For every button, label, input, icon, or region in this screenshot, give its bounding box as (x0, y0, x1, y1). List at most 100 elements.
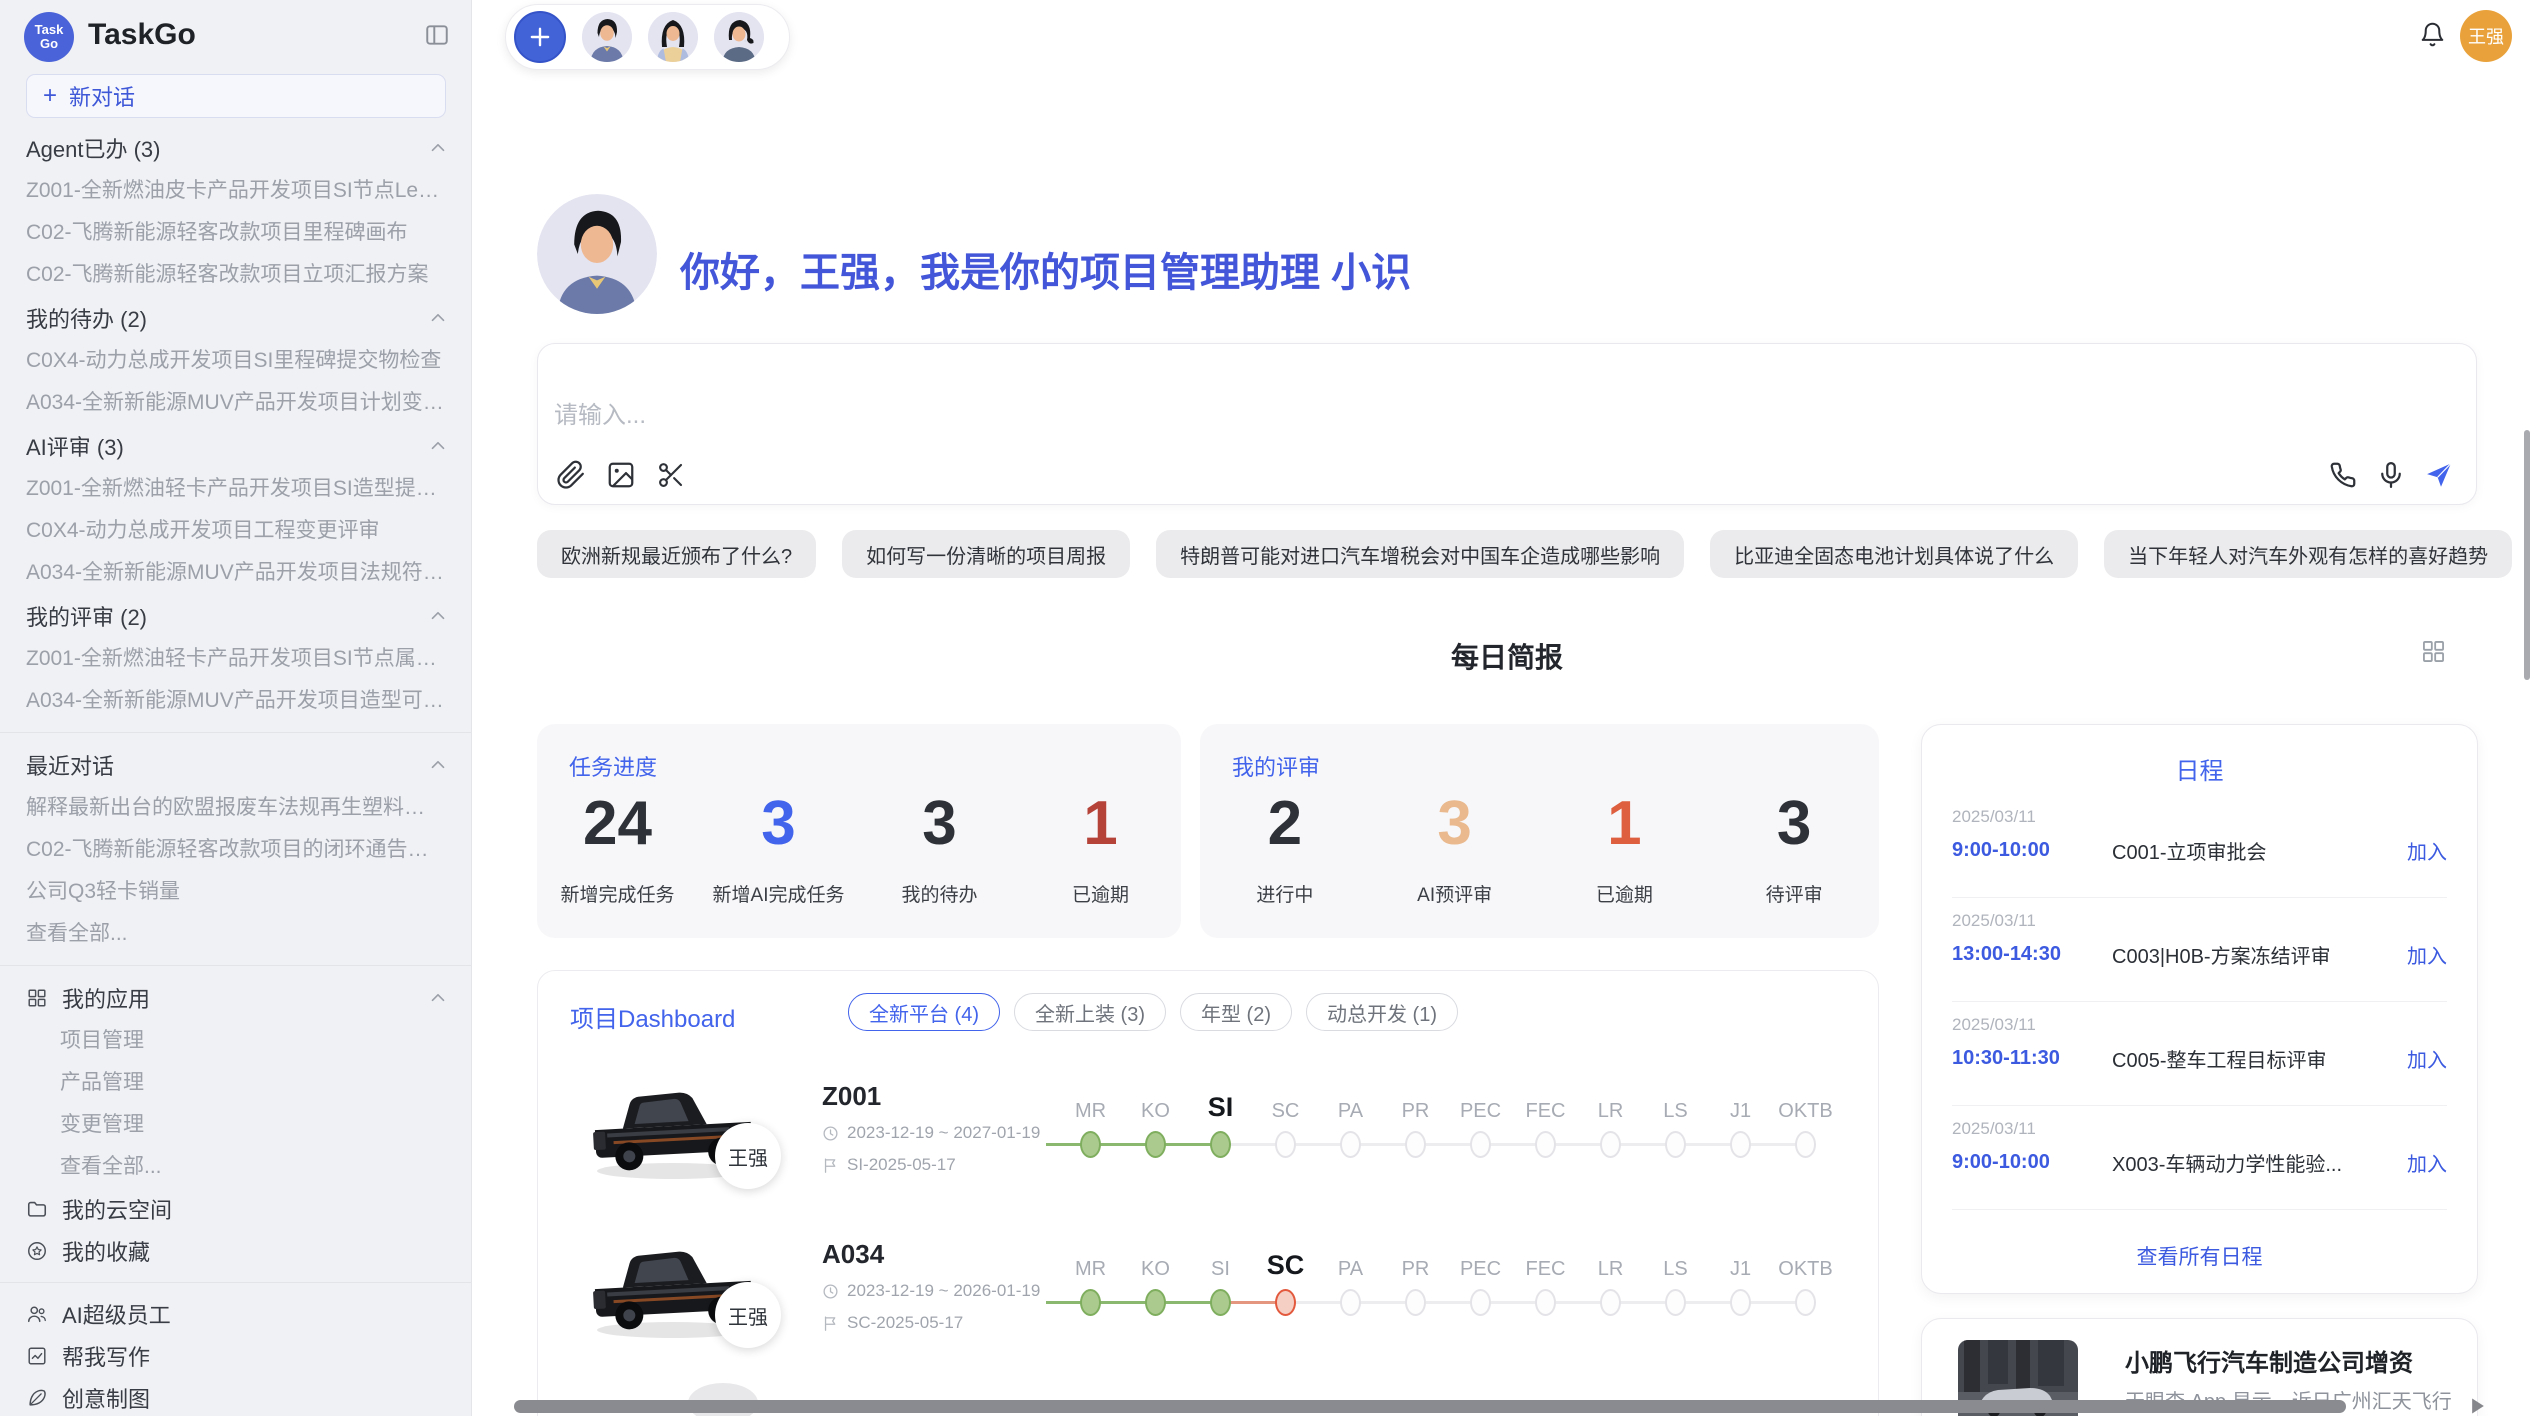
project-owner-badge: 王强 (715, 1123, 781, 1189)
app-item-project[interactable]: 项目管理 (0, 1020, 471, 1062)
project-dates: 2023-12-19 ~ 2026-01-19 (822, 1281, 1040, 1301)
taskgo-app: Task Go TaskGo + 新对话 Agent已办 (3) Z001-全新… (0, 0, 2532, 1416)
chat-input[interactable] (554, 402, 1954, 430)
chevron-up-icon[interactable] (427, 987, 449, 1009)
flag-label: SC-2025-05-17 (847, 1313, 963, 1333)
section-title: Agent已办 (3) (26, 132, 427, 164)
dashboard-tabs: 全新平台 (4) 全新上装 (3) 年型 (2) 动总开发 (1) (848, 993, 1458, 1031)
sidebar-item[interactable]: C0X4-动力总成开发项目工程变更评审 (0, 510, 471, 552)
suggestion-chip[interactable]: 比亚迪全固态电池计划具体说了什么 (1710, 530, 2078, 578)
milestone-label: J1 (1708, 1100, 1773, 1123)
chevron-up-icon[interactable] (427, 605, 449, 627)
stat: 3待评审 (1709, 784, 1879, 907)
section-ai-review[interactable]: AI评审 (3) (0, 424, 471, 468)
conversation-avatar-3[interactable] (714, 12, 764, 62)
sidebar-item-creative-draw[interactable]: 创意制图 (0, 1377, 471, 1416)
event-name: C005-整车工程目标评审 (2112, 1044, 2395, 1073)
suggestion-chip[interactable]: 当下年轻人对汽车外观有怎样的喜好趋势 (2104, 530, 2512, 578)
notification-bell-icon[interactable] (2419, 21, 2446, 48)
stat-value: 1 (1020, 784, 1181, 864)
tab-new-body[interactable]: 全新上装 (3) (1014, 993, 1166, 1031)
sidebar-item[interactable]: C02-飞腾新能源轻客改款项目立项汇报方案 (0, 254, 471, 296)
horizontal-scrollbar[interactable] (514, 1400, 2346, 1413)
tab-powertrain[interactable]: 动总开发 (1) (1306, 993, 1458, 1031)
section-recent-chats[interactable]: 最近对话 (0, 743, 471, 787)
send-icon[interactable] (2424, 460, 2454, 490)
milestone-label: SC (1253, 1100, 1318, 1123)
sidebar-collapse-icon[interactable] (423, 22, 451, 48)
sidebar-item-help-write[interactable]: 帮我写作 (0, 1335, 471, 1377)
suggestion-chip[interactable]: 如何写一份清晰的项目周报 (842, 530, 1130, 578)
vertical-scrollbar[interactable] (2524, 430, 2530, 680)
schedule-event: 2025/03/11 9:00-10:00 X003-车辆动力学性能验... 加… (1952, 1117, 2447, 1177)
logo-line1: Task (35, 23, 64, 37)
section-agent-done[interactable]: Agent已办 (3) (0, 126, 471, 170)
sidebar-item-cloud-space[interactable]: 我的云空间 (0, 1188, 471, 1230)
stat: 3新增AI完成任务 (698, 784, 859, 907)
join-link[interactable]: 加入 (2407, 836, 2447, 865)
add-conversation-button[interactable] (514, 11, 566, 63)
stat-value: 24 (537, 784, 698, 864)
join-link[interactable]: 加入 (2407, 1044, 2447, 1073)
scissors-icon[interactable] (656, 460, 686, 490)
sidebar-item[interactable]: A034-全新新能源MUV产品开发项目法规符合性评审 (0, 552, 471, 594)
new-chat-button[interactable]: + 新对话 (26, 74, 446, 118)
stat-label: 新增完成任务 (537, 880, 698, 907)
conversation-avatar-1[interactable] (582, 12, 632, 62)
help-write-label: 帮我写作 (62, 1340, 150, 1372)
milestone-label: FEC (1513, 1100, 1578, 1123)
cloud-space-label: 我的云空间 (62, 1193, 172, 1225)
sidebar-item[interactable]: Z001-全新燃油轻卡产品开发项目SI节点属性5D文件评审 (0, 638, 471, 680)
chevron-up-icon[interactable] (427, 435, 449, 457)
recent-view-all[interactable]: 查看全部... (0, 913, 471, 955)
sidebar-header: Task Go TaskGo (0, 0, 471, 74)
recent-chat-item[interactable]: C02-飞腾新能源轻客改款项目的闭环通告反馈情况 (0, 829, 471, 871)
app-title: TaskGo (88, 18, 196, 52)
stat-label: 进行中 (1200, 880, 1370, 907)
suggestion-chip[interactable]: 特朗普可能对进口汽车增税会对中国车企造成哪些影响 (1156, 530, 1684, 578)
stat-label: 已逾期 (1540, 880, 1710, 907)
milestone-label: PA (1318, 1100, 1383, 1123)
milestone-label: LS (1643, 1100, 1708, 1123)
conversation-avatar-2[interactable] (648, 12, 698, 62)
section-my-apps[interactable]: 我的应用 (0, 976, 471, 1020)
chevron-up-icon[interactable] (427, 137, 449, 159)
suggestion-chip[interactable]: 欧洲新规最近颁布了什么? (537, 530, 816, 578)
chevron-up-icon[interactable] (427, 307, 449, 329)
tab-year-model[interactable]: 年型 (2) (1180, 993, 1292, 1031)
chevron-up-icon[interactable] (427, 754, 449, 776)
milestone-timeline: MR KO SI SC PA PR PEC FEC LR LS J1 OKTB (1058, 1245, 1848, 1337)
sidebar-item[interactable]: C0X4-动力总成开发项目SI里程碑提交物检查 (0, 340, 471, 382)
sidebar-item[interactable]: C02-飞腾新能源轻客改款项目里程碑画布 (0, 212, 471, 254)
tab-new-platform[interactable]: 全新平台 (4) (848, 993, 1000, 1031)
scroll-right-arrow-icon[interactable] (2468, 1394, 2488, 1416)
app-item-product[interactable]: 产品管理 (0, 1062, 471, 1104)
view-all-schedule-link[interactable]: 查看所有日程 (1922, 1241, 2477, 1271)
phone-call-icon[interactable] (2328, 460, 2358, 490)
stat-label: 我的待办 (859, 880, 1020, 907)
sidebar-item[interactable]: A034-全新新能源MUV产品开发项目造型可行性评审 (0, 680, 471, 722)
microphone-icon[interactable] (2376, 460, 2406, 490)
section-my-todo[interactable]: 我的待办 (2) (0, 296, 471, 340)
milestone-track (1058, 1131, 1848, 1161)
sidebar-item-favorites[interactable]: 我的收藏 (0, 1230, 471, 1272)
apps-view-all[interactable]: 查看全部... (0, 1146, 471, 1188)
sidebar-item-ai-employee[interactable]: AI超级员工 (0, 1293, 471, 1335)
sidebar-item[interactable]: Z001-全新燃油轻卡产品开发项目SI造型提交物评审 (0, 468, 471, 510)
milestone-timeline: MR KO SI SC PA PR PEC FEC LR LS J1 OKTB (1058, 1087, 1848, 1179)
recent-chat-item[interactable]: 解释最新出台的欧盟报废车法规再生塑料比例被调至15%... (0, 787, 471, 829)
user-avatar[interactable]: 王强 (2460, 10, 2512, 62)
image-upload-icon[interactable] (606, 460, 636, 490)
section-my-review[interactable]: 我的评审 (2) (0, 594, 471, 638)
join-link[interactable]: 加入 (2407, 940, 2447, 969)
app-item-change[interactable]: 变更管理 (0, 1104, 471, 1146)
recent-chat-item[interactable]: 公司Q3轻卡销量 (0, 871, 471, 913)
join-link[interactable]: 加入 (2407, 1148, 2447, 1177)
section-title: 最近对话 (26, 749, 427, 781)
sidebar-item[interactable]: Z001-全新燃油皮卡产品开发项目SI节点Lesson Learn报告 (0, 170, 471, 212)
stat-label: 待评审 (1709, 880, 1879, 907)
attachment-icon[interactable] (556, 460, 586, 490)
layout-grid-icon[interactable] (2420, 638, 2447, 665)
sidebar-item[interactable]: A034-全新新能源MUV产品开发项目计划变更表编写 (0, 382, 471, 424)
milestone-label-active: SI (1188, 1092, 1253, 1123)
